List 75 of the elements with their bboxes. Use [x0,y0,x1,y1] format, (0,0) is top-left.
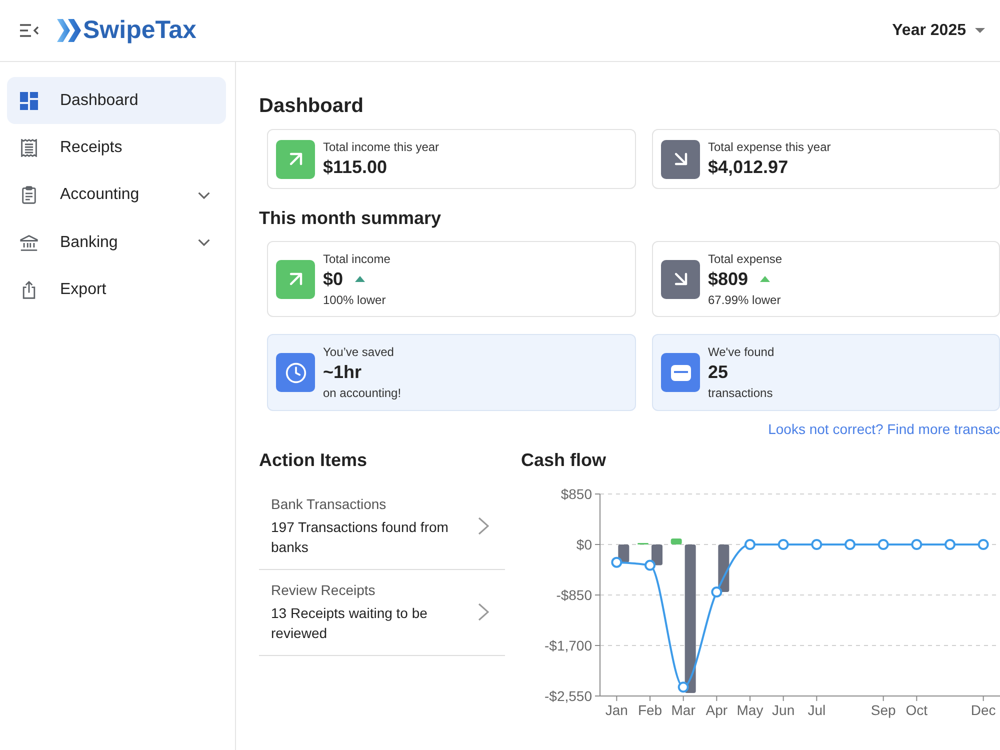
action-item[interactable]: Review Receipts 13 Receipts waiting to be reviewed [259,570,505,656]
stat-value: $0 [323,268,344,290]
share-export-icon [20,280,38,299]
income-bar [670,538,682,544]
expense-bar [652,544,662,566]
stat-label: Total expense this year [708,139,831,155]
axis-label: $0 [576,536,592,552]
clipboard-icon [20,186,38,204]
arrow-up-right-icon [276,140,315,178]
caret-down-icon [975,28,985,33]
stat-label: Total income [323,250,390,266]
card-icon [661,353,700,392]
stat-value: ~1hr [323,361,363,384]
data-point [878,539,889,550]
year-selector[interactable]: Year 2025 [892,18,985,42]
nav-item[interactable]: Receipts [7,124,226,172]
axis-label: May [736,702,764,718]
axis-label: Apr [706,702,728,718]
data-point [611,556,622,568]
action-item[interactable]: Bank Transactions 197 Transactions found from banks [259,484,505,570]
data-point [911,539,922,550]
receipt-icon [20,138,38,157]
data-point [744,539,756,550]
section-title: Action Items [259,449,368,472]
data-point [644,560,656,571]
arrow-up-right-icon [276,260,315,298]
axis-label: -$850 [556,587,592,603]
stat-value: $809 [708,268,748,290]
bank-icon [20,234,38,252]
stat-note: 67.99% lower [708,292,782,308]
data-point [978,539,989,550]
nav-item[interactable]: Dashboard [7,77,226,124]
axis-label: $850 [560,486,592,502]
page-title: Dashboard [259,94,364,119]
logo-text: SwipeTax [83,18,196,43]
axis-label: Oct [906,702,928,718]
axis-label: Jun [772,702,795,718]
axis-label: Dec [970,702,996,718]
stat-value: $115.00 [323,156,388,179]
axis-label: Feb [638,702,662,718]
find-more-link[interactable]: Looks not correct? Find more transac [768,419,1000,439]
stat-label: You’ve saved [323,344,395,360]
stat-value: 25 [708,361,730,384]
data-point [944,539,956,550]
data-point [711,586,722,598]
axis-label: -$1,700 [544,638,592,654]
stat-note: 100% lower [323,292,387,308]
axis-label: -$2,550 [544,688,592,704]
section-title: This month summary [259,207,442,230]
section-title: Cash flow [521,449,608,472]
stat-label: We've found [708,344,774,360]
logo-chevrons-icon [57,19,81,42]
nav-item[interactable]: Banking [7,218,226,266]
menu-collapse-icon[interactable] [20,24,39,37]
nav-item[interactable]: Export [7,266,226,314]
stat-note: transactions [708,385,774,401]
stat-label: Total income this year [323,139,440,155]
clock-icon [276,353,315,392]
chevron-right-icon [478,516,489,534]
data-point [678,682,689,693]
chevron-right-icon [478,602,489,620]
dashboard-grid-icon [20,92,38,110]
arrow-down-right-icon [661,140,700,178]
axis-label: Jul [808,702,826,718]
arrow-down-right-icon [661,260,700,298]
axis-label: Mar [671,702,696,718]
stat-label: Total expense [708,250,782,266]
axis-label: Sep [870,702,896,718]
stat-note: on accounting! [323,385,402,401]
axis-label: Jan [605,702,628,718]
data-point [778,539,789,550]
data-point [844,539,856,550]
stat-value: $4,012.97 [708,156,790,179]
nav-item[interactable]: Accounting [7,172,226,219]
data-point [811,539,822,550]
